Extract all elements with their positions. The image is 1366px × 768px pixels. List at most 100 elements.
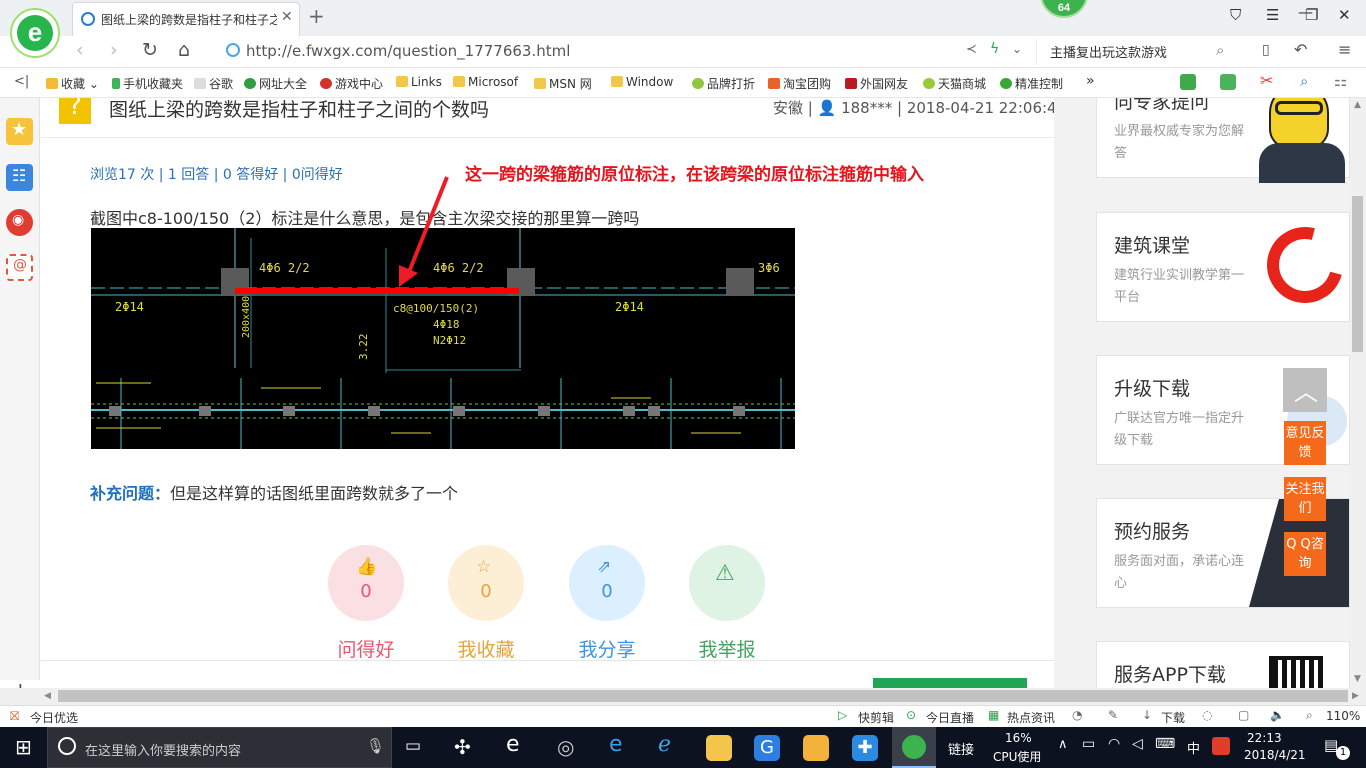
quick-edit-link[interactable]: 快剪辑 [858, 709, 894, 726]
refresh-icon[interactable]: ↻ [142, 39, 158, 61]
restore-icon[interactable]: ❐ [1305, 6, 1318, 24]
scissors-icon[interactable]: ✂ [1260, 71, 1273, 90]
shield-icon[interactable] [1180, 74, 1196, 90]
action-favorite-button[interactable]: ☆ 0 [448, 545, 524, 621]
horizontal-scrollbar[interactable]: ◀ ▶ [0, 688, 1366, 705]
sidebar-list-icon[interactable]: ☷ [6, 164, 33, 191]
favorite-star-icon[interactable]: ★ [6, 118, 33, 145]
microphone-icon[interactable]: 🎙 [366, 737, 385, 755]
horizontal-scroll-thumb[interactable] [58, 690, 1348, 702]
remote-app-icon[interactable]: ✚ [852, 735, 878, 761]
bookmark-item[interactable]: Window [611, 75, 673, 89]
action-good-button[interactable]: 👍 0 [328, 545, 404, 621]
zoom-level[interactable]: 110% [1326, 709, 1360, 723]
live-link[interactable]: 今日直播 [926, 709, 974, 726]
bookmark-item[interactable]: 谷歌 [194, 75, 233, 92]
bookmark-toggle-icon[interactable]: <| [14, 74, 29, 89]
bookmark-item[interactable]: 品牌打折 [692, 75, 755, 92]
ie-app-icon[interactable]: e [609, 732, 635, 758]
ime-indicator[interactable]: 中 [1187, 738, 1200, 757]
close-tab-icon[interactable]: ✕ [281, 9, 293, 25]
feedback-button[interactable]: 意见反馈 [1284, 421, 1326, 465]
menu-icon[interactable]: ☰ [1266, 6, 1279, 24]
bookmark-item[interactable]: MSN 网 [534, 75, 592, 92]
wifi-icon[interactable]: ◠ [1108, 736, 1120, 752]
bookmark-item[interactable]: 游戏中心 [320, 75, 383, 92]
lightning-icon[interactable]: ϟ [990, 41, 999, 57]
action-share-button[interactable]: ⇗ 0 [569, 545, 645, 621]
keyboard-icon[interactable]: ⌨ [1155, 736, 1175, 752]
mail-icon[interactable]: @ [6, 254, 33, 281]
question-stats[interactable]: 浏览17 次 | 1 回答 | 0 答得好 | 0问得好 [90, 164, 343, 184]
update-badge[interactable]: 64 [1040, 0, 1088, 18]
action-share-label[interactable]: 我分享 [562, 635, 652, 662]
dropdown-icon[interactable]: ⌄ [1012, 42, 1022, 56]
bookmark-item[interactable]: 淘宝团购 [768, 75, 831, 92]
today-picks-link[interactable]: 今日优选 [30, 709, 78, 726]
zoom-icon[interactable]: ⌕ [1306, 708, 1313, 723]
back-to-top-button[interactable]: ︿ [1283, 368, 1327, 412]
vertical-scroll-thumb[interactable] [1352, 196, 1363, 352]
scroll-up-icon[interactable]: ▲ [1354, 100, 1361, 110]
qq-consult-button[interactable]: Q Q咨询 [1284, 532, 1326, 576]
search-hint[interactable]: 主播复出玩这款游戏 [1050, 42, 1167, 61]
taskbar-search-box[interactable]: 在这里输入你要搜索的内容 🎙 [47, 727, 392, 768]
answer-button[interactable] [873, 678, 1027, 688]
task-view-icon[interactable]: ▭ [405, 736, 421, 756]
hot-news-link[interactable]: 热点资讯 [1007, 709, 1055, 726]
battery-icon[interactable]: ▭ [1082, 736, 1095, 752]
window-icon[interactable]: ▢ [1238, 708, 1249, 722]
translate-icon[interactable] [1220, 74, 1236, 90]
fan-app-icon[interactable]: ✣ [454, 735, 480, 761]
active-browser-task[interactable] [892, 727, 936, 768]
bookmark-item[interactable]: 精准控制 [1000, 75, 1063, 92]
card-ask-expert[interactable]: 向专家提问 业界最权威专家为您解答 [1096, 98, 1350, 183]
bookmark-item[interactable]: Links [396, 75, 442, 89]
undo-icon[interactable]: ↶ [1294, 40, 1307, 59]
clock-time[interactable]: 22:13 [1247, 731, 1282, 745]
scroll-left-icon[interactable]: ◀ [44, 691, 51, 701]
menu-more-icon[interactable]: ≡ [1338, 40, 1351, 59]
pin-icon[interactable]: ✎ [1108, 708, 1118, 722]
bookmark-item[interactable]: 网址大全 [244, 75, 307, 92]
bookmark-item[interactable]: 手机收藏夹 [112, 75, 183, 92]
url-field[interactable]: http://e.fwxgx.com/question_1777663.html [222, 39, 1037, 65]
new-tab-icon[interactable]: + [308, 4, 325, 28]
vertical-scrollbar[interactable]: ▲ ▼ [1350, 98, 1366, 688]
download-icon[interactable]: ↓ [1142, 708, 1152, 722]
scroll-down-icon[interactable]: ▼ [1354, 674, 1361, 684]
action-report-label[interactable]: 我举报 [682, 635, 772, 662]
search-icon[interactable]: ⌕ [1216, 41, 1224, 59]
mobile-icon[interactable]: ▯ [1262, 42, 1270, 58]
speed-icon[interactable]: ◔ [1072, 708, 1082, 722]
weibo-icon[interactable]: ◉ [6, 209, 33, 236]
more-bookmarks-icon[interactable]: » [1086, 73, 1095, 89]
tray-expand-icon[interactable]: ∧ [1058, 737, 1068, 752]
card-app-download[interactable]: 服务APP下载 [1096, 641, 1350, 688]
bookmark-item[interactable]: 外国网友 [845, 75, 908, 92]
download-link[interactable]: 下载 [1161, 709, 1185, 726]
bookmark-item[interactable]: 收藏 ⌄ [46, 75, 99, 92]
action-favorite-label[interactable]: 我收藏 [441, 635, 531, 662]
edge-icon[interactable]: e [506, 732, 532, 758]
magnifier-icon[interactable]: ⌕ [1300, 72, 1308, 90]
browser-tab[interactable]: 图纸上梁的跨数是指柱子和柱子之间的个数吗 ✕ [72, 2, 300, 36]
file-explorer-icon[interactable] [706, 735, 732, 761]
bookmark-item[interactable]: 天猫商城 [923, 75, 986, 92]
ie-blue-icon[interactable]: ℯ [658, 732, 684, 758]
follow-us-button[interactable]: 关注我们 [1284, 477, 1326, 521]
forward-icon[interactable]: › [110, 39, 118, 61]
action-report-button[interactable]: ⚠ [689, 545, 765, 621]
glodon-app-icon[interactable]: G [754, 735, 780, 761]
share-icon[interactable]: ≺ [966, 42, 977, 57]
scroll-right-icon[interactable]: ▶ [1352, 691, 1359, 701]
card-building-class[interactable]: 建筑课堂 建筑行业实训教学第一平台 [1096, 212, 1350, 322]
clock-date[interactable]: 2018/4/21 [1244, 748, 1306, 762]
close-window-icon[interactable]: ✕ [1338, 6, 1351, 24]
speaker-icon[interactable]: 🔈 [1270, 708, 1285, 722]
windows-start-icon[interactable]: ⊞ [15, 735, 32, 759]
grid-icon[interactable]: ⚏ [1334, 72, 1347, 90]
notes-app-icon[interactable] [803, 735, 829, 761]
back-icon[interactable]: ‹ [76, 39, 84, 61]
swirl-app-icon[interactable]: ◎ [557, 735, 583, 761]
